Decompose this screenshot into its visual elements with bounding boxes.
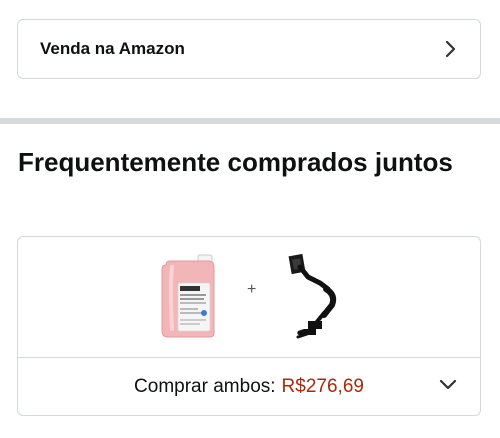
- buy-both-price: R$276,69: [281, 376, 364, 397]
- plus-separator: +: [247, 281, 257, 298]
- liquid-soap-gallon-image[interactable]: [158, 253, 218, 339]
- sell-on-amazon-label: Venda na Amazon: [40, 39, 185, 58]
- section-title: Frequentemente comprados juntos: [18, 147, 453, 177]
- section-divider: [0, 118, 500, 124]
- frequently-bought-card: + Comprar ambos: R$276,69: [17, 236, 481, 416]
- sell-on-amazon-row[interactable]: Venda na Amazon: [17, 19, 481, 79]
- monitor-arm-mount-image[interactable]: [286, 251, 342, 341]
- chevron-down-icon[interactable]: [438, 378, 458, 392]
- buy-both-row[interactable]: Comprar ambos: R$276,69: [18, 358, 480, 415]
- chevron-right-icon: [444, 40, 458, 58]
- buy-both-label: Comprar ambos:: [134, 376, 276, 397]
- product-images: +: [18, 237, 480, 357]
